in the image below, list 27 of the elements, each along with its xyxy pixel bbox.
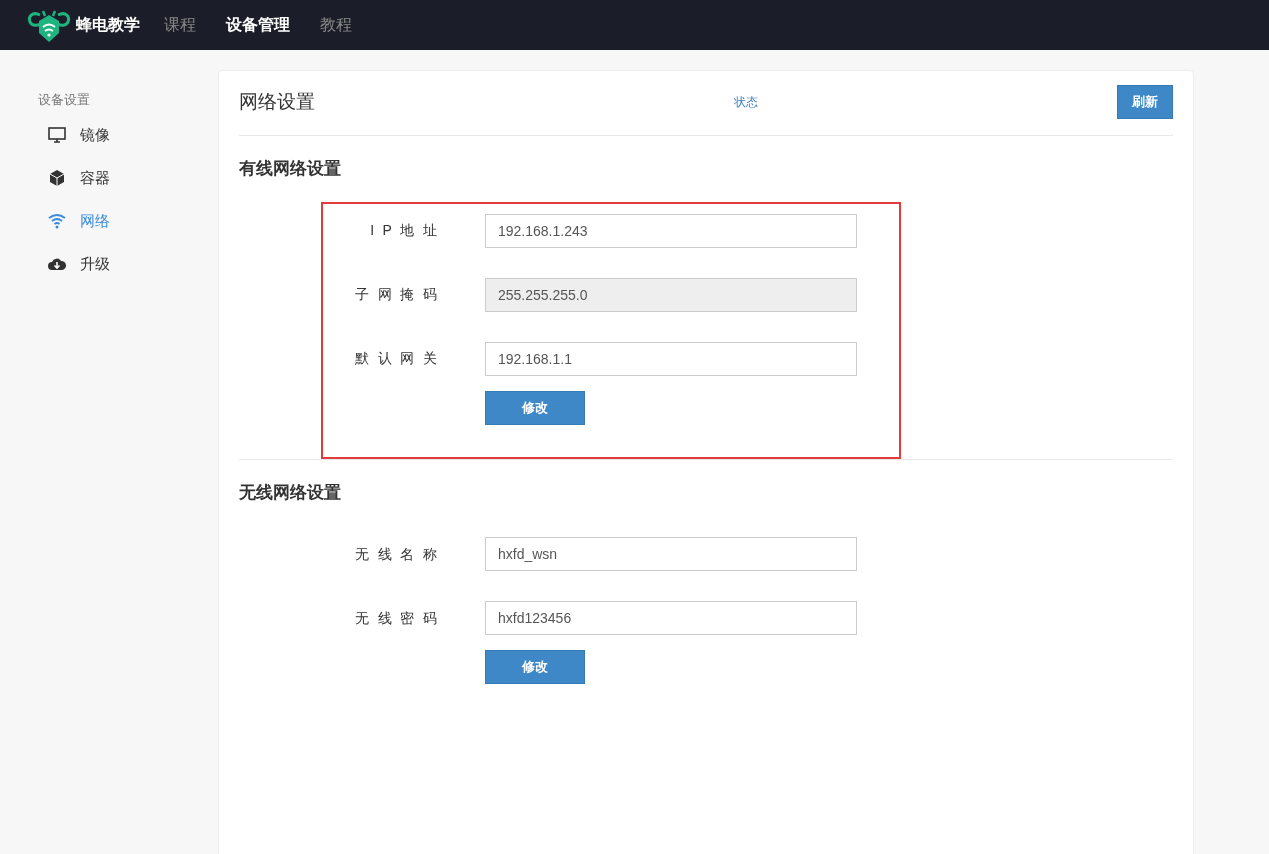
sidebar-item[interactable]: 镜像 (38, 113, 202, 157)
field-label: 默认网关 (354, 349, 445, 368)
nav-link[interactable]: 设备管理 (226, 13, 290, 37)
field-label: 子网掩码 (354, 285, 445, 304)
input-field[interactable]: 192.168.1.1 (485, 341, 857, 376)
panel-title: 网络设置 (239, 89, 315, 114)
field-label: IP地址 (369, 221, 445, 240)
sidebar-item[interactable]: 升级 (38, 242, 202, 286)
nav-link[interactable]: 课程 (164, 13, 196, 37)
wifi-icon (48, 212, 66, 230)
section-title: 有线网络设置 (239, 158, 342, 180)
sidebar-item[interactable]: 容器 (38, 156, 202, 200)
brand-name: 蜂电教学 (76, 15, 140, 35)
input-field[interactable]: hxfd_wsn (485, 537, 857, 571)
sidebar-heading: 设备设置 (38, 91, 91, 109)
save-button[interactable]: 修改 (485, 650, 585, 684)
status-link[interactable]: 状态 (734, 93, 758, 111)
field-label: 无线密码 (354, 608, 445, 628)
cube-icon (48, 169, 66, 187)
save-button[interactable]: 修改 (485, 390, 585, 425)
field-label: 无线名称 (354, 544, 445, 564)
input-field[interactable]: hxfd123456 (485, 601, 857, 635)
section-title: 无线网络设置 (239, 481, 342, 504)
input-field[interactable]: 192.168.1.243 (485, 213, 857, 248)
nav-link[interactable]: 教程 (320, 13, 352, 37)
refresh-button[interactable]: 刷新 (1117, 85, 1173, 119)
monitor-icon (48, 126, 66, 144)
